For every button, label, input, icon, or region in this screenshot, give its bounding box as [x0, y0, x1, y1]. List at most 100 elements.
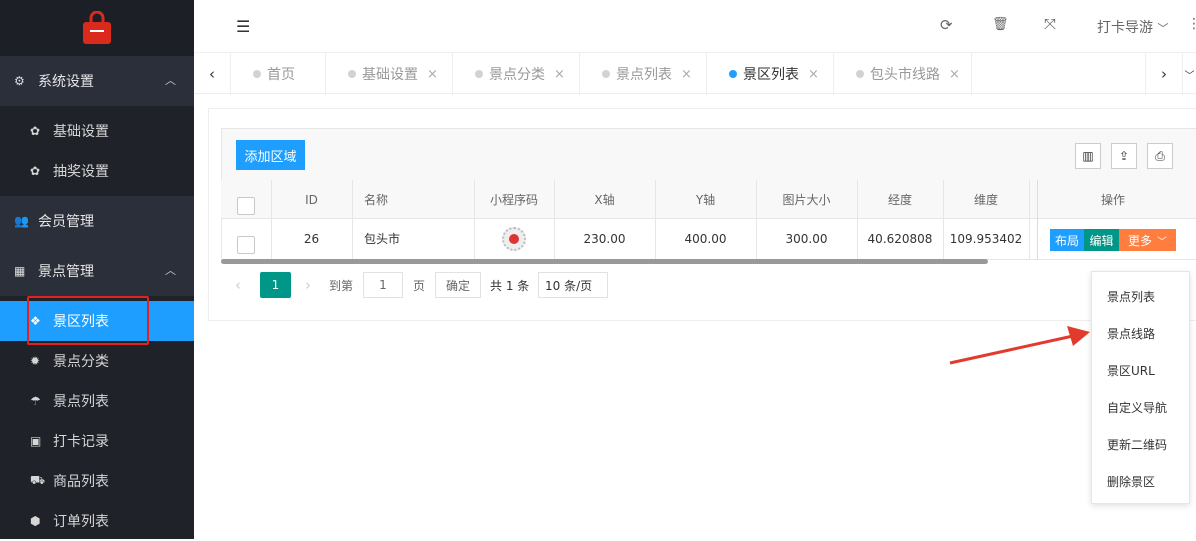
dropdown-item-update-qrcode[interactable]: 更新二维码 [1107, 436, 1167, 453]
cell-latitude: 109.953402 [949, 231, 1023, 246]
select-all-checkbox[interactable] [237, 196, 255, 215]
close-icon[interactable]: × [808, 67, 819, 82]
pager-current-page[interactable]: 1 [260, 272, 291, 298]
tab-label: 景点分类 [489, 67, 545, 83]
grid-icon: ▦ [14, 264, 26, 278]
cell-id: 26 [303, 231, 320, 246]
more-dropdown-menu: 景点列表 景点线路 景区URL 自定义导航 更新二维码 删除景区 [1091, 271, 1190, 504]
gears-icon: ⚙ [14, 74, 25, 88]
tab-spot-category[interactable]: 景点分类 × [453, 53, 580, 95]
tab-scenic-area-list[interactable]: 景区列表 × [707, 53, 834, 95]
tab-dot-icon [602, 70, 610, 78]
close-icon[interactable]: × [427, 67, 438, 82]
sidebar-item-order-list[interactable]: ⬢ 订单列表 [0, 501, 194, 541]
sidebar-item-label: 基础设置 [53, 124, 109, 140]
logo[interactable] [0, 0, 194, 56]
cell-x: 230.00 [583, 231, 626, 246]
close-icon[interactable]: × [681, 67, 692, 82]
refresh-icon[interactable]: ⟳ [940, 16, 953, 34]
add-area-button[interactable]: 添加区域 [236, 140, 305, 170]
layout-button[interactable]: 布局 [1050, 229, 1084, 251]
sidebar-item-label: 景点分类 [53, 354, 109, 370]
more-vertical-icon[interactable]: ⋮ [1187, 16, 1196, 32]
menu-group-scenic[interactable]: ▦ 景点管理 ︿ [0, 246, 194, 296]
tab-dot-icon [348, 70, 356, 78]
dropdown-item-delete-area[interactable]: 删除景区 [1107, 473, 1155, 490]
trash-icon[interactable]: 🗑 [992, 17, 1009, 32]
column-header-image-size[interactable]: 图片大小 [756, 180, 857, 219]
sidebar-item-lottery-settings[interactable]: ✿ 抽奖设置 [0, 151, 194, 191]
row-checkbox[interactable] [237, 235, 255, 254]
pager-next-icon[interactable]: › [305, 272, 311, 298]
sidebar-item-spot-list[interactable]: ☂ 景点列表 [0, 381, 194, 421]
qrcode-image[interactable] [502, 226, 526, 251]
user-menu[interactable]: 打卡导游 ﹀ [1097, 17, 1168, 37]
pager-confirm-button[interactable]: 确定 [435, 272, 481, 298]
cube-icon: ⬢ [30, 514, 41, 528]
tab-label: 首页 [267, 67, 295, 83]
tab-dot-icon [729, 70, 737, 78]
tab-dot-icon [475, 70, 483, 78]
column-header-x[interactable]: X轴 [554, 180, 655, 219]
menu-group-label: 景点管理 [38, 264, 94, 280]
tabs-next-button[interactable]: › [1145, 53, 1182, 95]
pager-per-page-select[interactable]: 10 条/页 [538, 272, 608, 298]
select-all-checkbox-cell [221, 186, 271, 225]
sidebar-item-product-list[interactable]: ⛟ 商品列表 [0, 461, 194, 501]
tab-basic-settings[interactable]: 基础设置 × [326, 53, 453, 95]
tab-home[interactable]: 首页 [231, 53, 326, 95]
tab-dot-icon [253, 70, 261, 78]
edit-button[interactable]: 编辑 [1084, 229, 1119, 251]
dropdown-item-spot-list[interactable]: 景点列表 [1107, 288, 1155, 305]
dropdown-item-custom-nav[interactable]: 自定义导航 [1107, 399, 1167, 416]
chevron-down-icon: ﹀ [1157, 22, 1169, 35]
sidebar-item-basic-settings[interactable]: ✿ 基础设置 [0, 111, 194, 151]
tab-baotou-route[interactable]: 包头市线路 × [834, 53, 972, 95]
horizontal-scrollbar[interactable] [221, 259, 988, 264]
column-header-latitude[interactable]: 维度 [943, 180, 1029, 219]
header: ☰ ⟳ 🗑 ⤧ 打卡导游 ﹀ ⋮ [194, 0, 1196, 52]
menu-toggle-icon[interactable]: ☰ [236, 17, 250, 36]
column-header-id[interactable]: ID [271, 180, 352, 219]
close-icon[interactable]: × [949, 67, 960, 82]
more-button-label: 更多 [1127, 233, 1152, 248]
umbrella-icon: ☂ [30, 394, 41, 408]
menu-group-label: 系统设置 [38, 74, 94, 90]
pager-page-input[interactable]: 1 [363, 272, 403, 298]
shopping-bag-icon [83, 11, 111, 44]
menu-group-system[interactable]: ⚙ 系统设置 ︿ [0, 56, 194, 106]
users-icon: 👥 [14, 214, 29, 228]
close-icon[interactable]: × [554, 67, 565, 82]
pager-prev-icon[interactable]: ‹ [235, 272, 241, 298]
menu-group-label: 会员管理 [38, 214, 94, 230]
dropdown-item-spot-route[interactable]: 景点线路 [1107, 325, 1155, 342]
column-header-y[interactable]: Y轴 [655, 180, 756, 219]
column-header-qrcode[interactable]: 小程序码 [474, 180, 554, 219]
cell-image-size: 300.00 [785, 231, 828, 246]
column-header-name[interactable]: 名称 [352, 180, 474, 219]
annotation-arrow [949, 326, 1090, 365]
columns-filter-icon[interactable]: ▥ [1075, 143, 1101, 169]
sidebar-item-checkin-records[interactable]: ▣ 打卡记录 [0, 421, 194, 461]
column-header-longitude[interactable]: 经度 [857, 180, 943, 219]
pager-confirm-label: 确定 [435, 272, 481, 298]
cell-qrcode [474, 219, 554, 258]
fullscreen-icon[interactable]: ⤧ [1044, 15, 1056, 33]
print-icon[interactable]: ⎙ [1147, 143, 1173, 169]
chevron-up-icon: ︿ [165, 264, 176, 277]
sidebar-item-label: 景点列表 [53, 394, 109, 410]
sidebar-item-label: 抽奖设置 [53, 164, 109, 180]
more-button[interactable]: 更多 ﹀ [1119, 229, 1176, 251]
tabs-prev-button[interactable]: ‹ [194, 53, 231, 95]
chevron-down-icon: ﹀ [1157, 236, 1167, 248]
tab-spot-list[interactable]: 景点列表 × [580, 53, 707, 95]
user-name: 打卡导游 [1097, 20, 1153, 36]
sidebar-item-spot-category[interactable]: ✹ 景点分类 [0, 341, 194, 381]
cell-name: 包头市 [364, 232, 401, 246]
export-icon[interactable]: ⇪ [1111, 143, 1137, 169]
gear-icon: ✿ [30, 164, 41, 178]
dropdown-item-area-url[interactable]: 景区URL [1107, 362, 1155, 379]
pager-per-page-value: 10 条/页 [538, 272, 608, 298]
menu-group-members[interactable]: 👥 会员管理 [0, 196, 194, 246]
tabs-menu-button[interactable]: ﹀ [1182, 53, 1196, 95]
